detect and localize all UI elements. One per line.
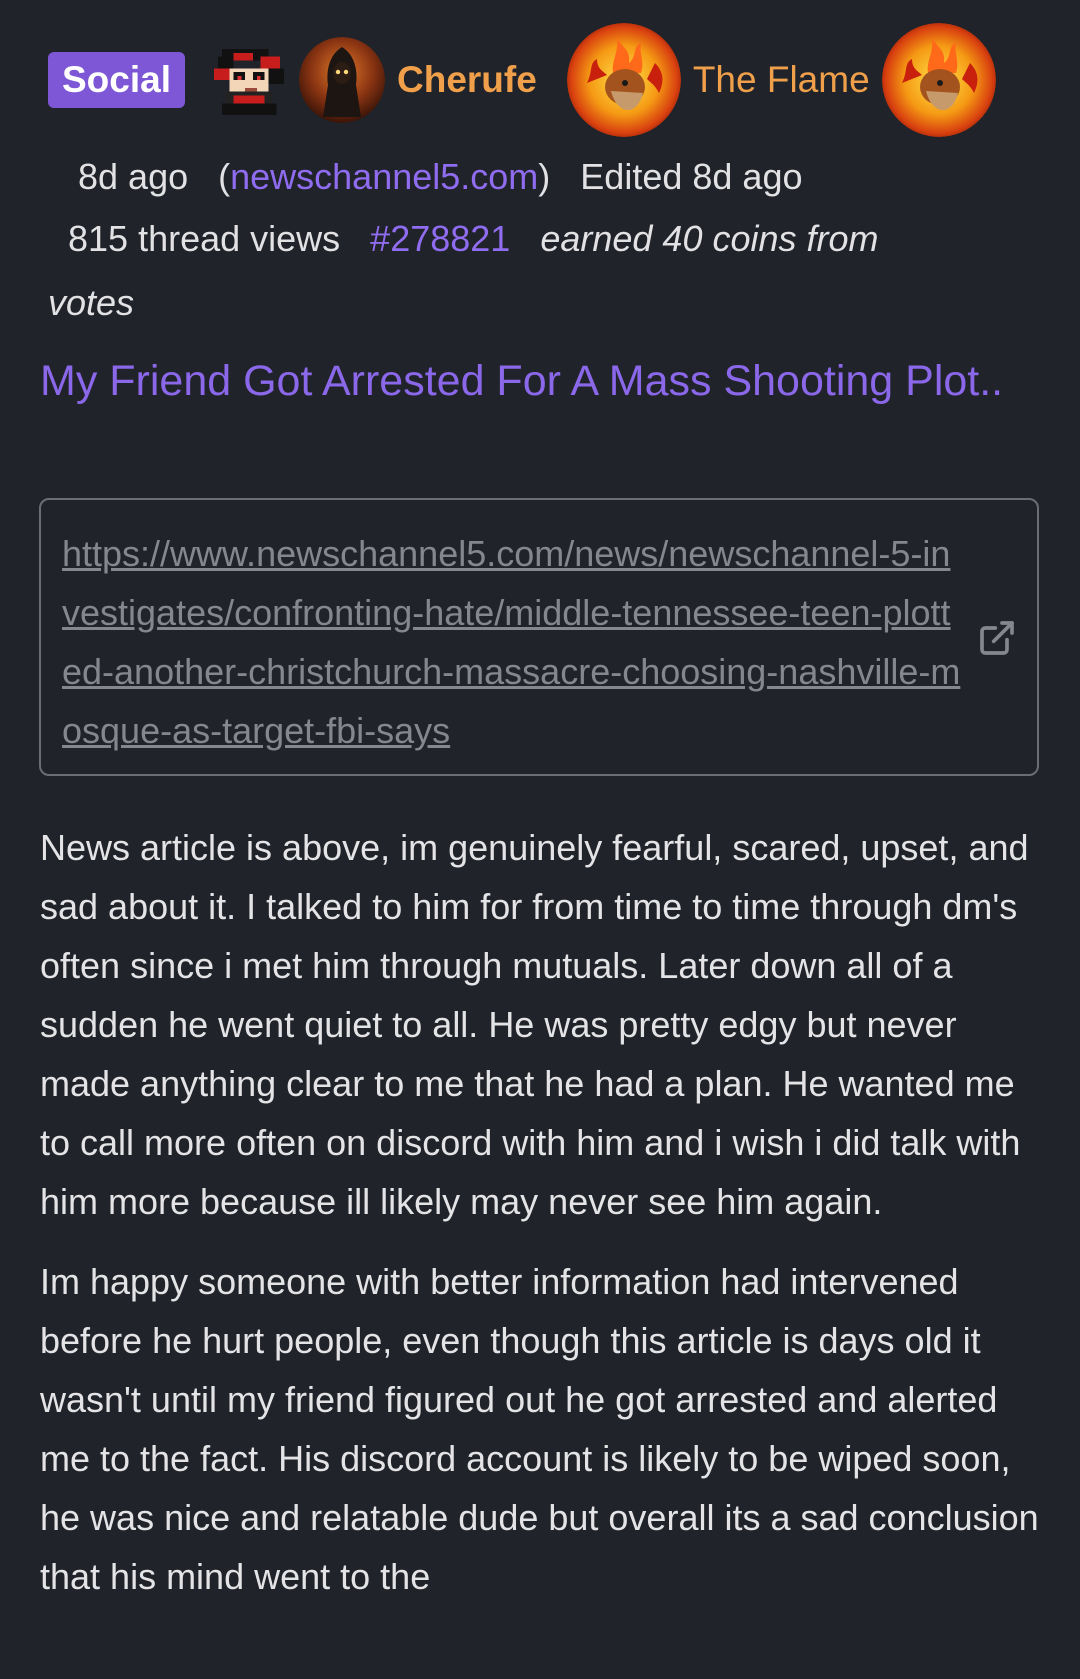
coins-earned-suffix: votes	[48, 282, 135, 323]
post-age: 8d ago	[78, 156, 189, 197]
link-preview-card[interactable]: https://www.newschannel5.com/news/newsch…	[39, 498, 1039, 776]
body-paragraph: News article is above, im genuinely fear…	[40, 827, 1029, 1222]
thread-views: 815 thread views	[68, 218, 341, 259]
external-link-icon[interactable]	[977, 618, 1017, 658]
article-url-link[interactable]: https://www.newschannel5.com/news/newsch…	[62, 524, 962, 760]
coins-earned: earned 40 coins from	[540, 218, 879, 259]
body-paragraph: Im happy someone with better information…	[40, 1261, 1039, 1597]
thread-id-link[interactable]: #278821	[370, 218, 510, 259]
post-meta-stats: 815 thread views #278821 earned 40 coins f…	[68, 218, 879, 260]
author-name[interactable]: Cherufe	[397, 59, 537, 101]
fire-bird-avatar[interactable]	[881, 23, 996, 137]
fire-bird-avatar[interactable]	[566, 23, 681, 137]
pixel-character-avatar[interactable]	[213, 45, 289, 115]
post-title[interactable]: My Friend Got Arrested For A Mass Shooti…	[40, 354, 1040, 409]
post-header: Social Cherufe The Flame	[48, 22, 1058, 138]
post-meta-time: 8d ago (newschannel5.com) Edited 8d ago	[78, 156, 803, 197]
source-domain-link[interactable]: newschannel5.com	[230, 156, 538, 197]
post-body: News article is above, im genuinely fear…	[40, 818, 1050, 1627]
user-flair: The Flame	[692, 59, 870, 100]
edited-label: Edited 8d ago	[580, 156, 803, 197]
category-badge[interactable]: Social	[48, 52, 185, 108]
hooded-figure-avatar[interactable]	[299, 37, 385, 123]
